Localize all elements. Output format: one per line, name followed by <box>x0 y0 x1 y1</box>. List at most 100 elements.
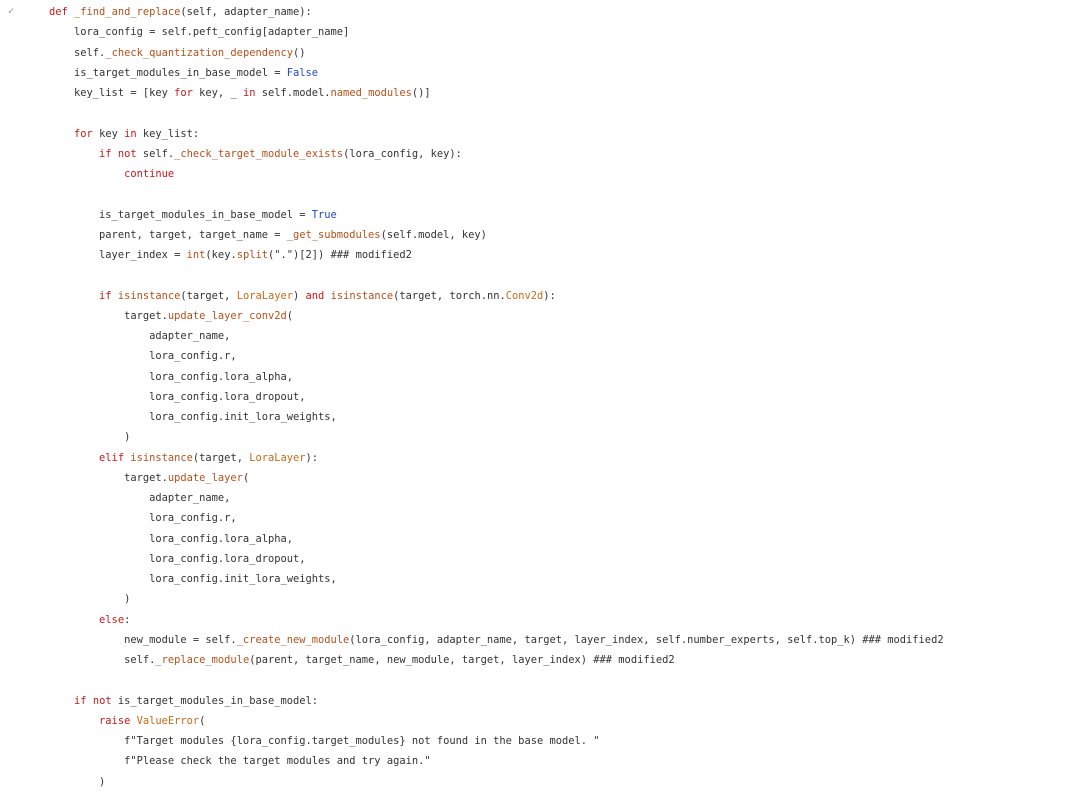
code-token: (parent, target_name, new_module, target… <box>249 654 594 666</box>
code-token: is_target_modules_in_base_model = <box>49 66 287 79</box>
code-line: lora_config.lora_alpha, <box>49 367 944 387</box>
code-line: key_list = [key for key, _ in self.model… <box>49 83 944 103</box>
code-token: ) <box>49 593 131 606</box>
code-line: parent, target, target_name = _get_submo… <box>49 225 944 245</box>
code-token: named_modules <box>330 87 412 99</box>
code-token: [2]) <box>299 249 331 261</box>
code-token: isinstance <box>117 289 181 302</box>
code-token: in <box>124 127 137 140</box>
code-token: (key. <box>205 249 237 261</box>
code-line: else: <box>49 610 944 630</box>
code-line: self._check_quantization_dependency() <box>49 43 944 63</box>
code-token: isinstance <box>330 289 394 302</box>
code-token: (self, adapter_name): <box>180 6 312 18</box>
code-token: update_layer_conv2d <box>167 309 287 322</box>
code-token: LoraLayer <box>236 289 294 302</box>
code-token: ( <box>199 714 206 727</box>
code-token: (self.model, key) <box>380 228 487 241</box>
code-token: new_module = self. <box>49 633 237 646</box>
code-token: False <box>286 66 318 79</box>
code-token: _get_submodules <box>286 228 381 241</box>
code-token: ) <box>49 775 106 788</box>
code-token: key, _ <box>192 87 243 99</box>
code-line: if not is_target_modules_in_base_model: <box>49 691 944 711</box>
code-token: lora_config.lora_dropout, <box>49 552 306 565</box>
code-token: ): <box>543 289 556 302</box>
code-token: not <box>92 694 112 707</box>
code-token: ()] <box>411 87 431 99</box>
code-block: def _find_and_replace(self, adapter_name… <box>49 2 944 792</box>
code-line: lora_config = self.peft_config[adapter_n… <box>49 22 944 42</box>
code-line: lora_config.init_lora_weights, <box>49 569 944 589</box>
code-token: (target, <box>180 289 237 302</box>
code-token: f"Target modules {lora_config.target_mod… <box>124 735 600 747</box>
code-token: target. <box>49 471 168 484</box>
code-token: adapter_name, <box>49 330 231 342</box>
code-line: layer_index = int(key.split(".")[2]) ###… <box>49 245 944 265</box>
code-token: self. <box>49 46 106 59</box>
code-token: key_list = [key <box>49 87 175 99</box>
chevron-icon[interactable]: ✓ <box>8 2 14 22</box>
code-token: () <box>292 46 306 59</box>
code-line: lora_config.r, <box>49 346 944 366</box>
code-token: isinstance <box>130 451 193 464</box>
code-line: target.update_layer_conv2d( <box>49 306 944 326</box>
code-token: (target, <box>192 451 250 464</box>
code-token: f"Please check the target modules and tr… <box>124 755 431 768</box>
code-line: is_target_modules_in_base_model = True <box>49 205 944 225</box>
code-token: lora_config.lora_dropout, <box>49 390 306 403</box>
code-token: def <box>49 6 75 18</box>
code-token: if <box>74 694 87 707</box>
code-token: adapter_name, <box>49 492 231 504</box>
code-token: ### modified2 <box>862 633 944 646</box>
code-token: continue <box>124 168 175 180</box>
code-token: if <box>99 289 112 302</box>
code-token: lora_config.r, <box>49 512 237 525</box>
code-token: for <box>74 127 93 140</box>
code-token: (lora_config, key): <box>343 147 462 160</box>
code-token: Conv2d <box>505 289 544 302</box>
code-line: adapter_name, <box>49 488 944 508</box>
code-line: lora_config.lora_dropout, <box>49 549 944 569</box>
code-token: split <box>236 249 268 261</box>
code-line: if not self._check_target_module_exists(… <box>49 144 944 164</box>
code-line: elif isinstance(target, LoraLayer): <box>49 448 944 468</box>
code-line: adapter_name, <box>49 326 944 346</box>
code-token: key_list: <box>136 127 200 140</box>
code-token: layer_index = <box>49 249 187 261</box>
code-line: lora_config.init_lora_weights, <box>49 407 944 427</box>
code-token: lora_config.lora_alpha, <box>49 370 293 383</box>
code-token: ### modified2 <box>330 249 412 261</box>
code-token: _find_and_replace <box>74 6 181 18</box>
code-token: not <box>117 147 137 160</box>
code-token: _check_quantization_dependency <box>105 46 293 59</box>
code-token: ): <box>305 451 319 464</box>
code-token: self.model. <box>255 87 331 99</box>
code-token: (lora_config, adapter_name, target, laye… <box>349 633 863 646</box>
code-token: if <box>99 147 112 160</box>
code-token: update_layer <box>167 471 243 484</box>
code-token: lora_config.init_lora_weights, <box>49 411 337 423</box>
code-token: _replace_module <box>155 654 250 666</box>
code-token: parent, target, target_name = <box>49 228 287 241</box>
code-token: lora_config = self.peft_config[adapter_n… <box>49 26 350 39</box>
code-line: ) <box>49 589 944 609</box>
code-line: self._replace_module(parent, target_name… <box>49 650 944 670</box>
code-editor[interactable]: ✓ def _find_and_replace(self, adapter_na… <box>0 0 1080 802</box>
code-token: lora_config.lora_alpha, <box>49 532 293 545</box>
code-token: self. <box>136 147 175 160</box>
code-token: ValueError <box>136 714 200 727</box>
code-token: lora_config.r, <box>49 350 237 363</box>
code-line: continue <box>49 164 944 184</box>
code-token: ( <box>286 309 293 322</box>
code-token: elif <box>99 451 125 464</box>
